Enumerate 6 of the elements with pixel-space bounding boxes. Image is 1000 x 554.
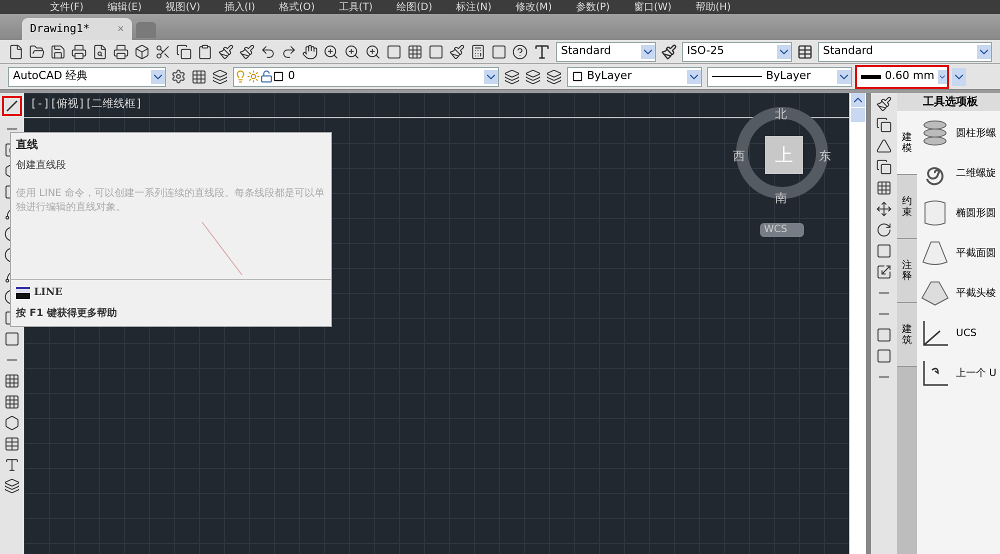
command-name: LINE — [34, 286, 62, 300]
north-label: 北 — [775, 106, 787, 123]
east-label: 东 — [819, 148, 831, 165]
palette-title: 工具选项板 — [897, 93, 1000, 111]
south-label: 南 — [775, 190, 787, 207]
west-label: 西 — [733, 148, 745, 165]
